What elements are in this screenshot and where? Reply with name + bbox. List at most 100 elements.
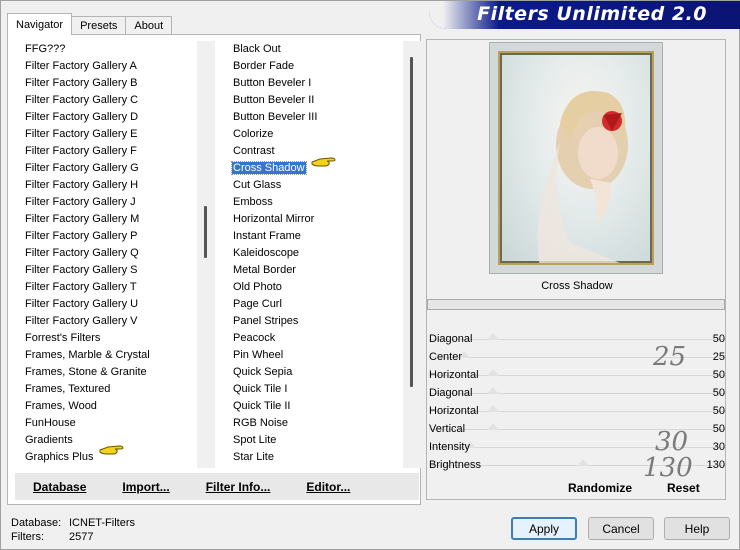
list-item[interactable]: Frames, Textured: [15, 381, 197, 398]
slider-track[interactable]: [429, 393, 725, 394]
list-item[interactable]: Filter Factory Gallery E: [15, 126, 197, 143]
list-item[interactable]: Tiled Glass: [223, 466, 403, 468]
list-item[interactable]: Filter Factory Gallery B: [15, 75, 197, 92]
list-item[interactable]: Filter Factory Gallery Q: [15, 245, 197, 262]
filter-item-label: Metal Border: [233, 264, 296, 276]
slider-knob[interactable]: [487, 387, 499, 394]
list-item[interactable]: Filter Factory Gallery F: [15, 143, 197, 160]
filter-item-label: Spot Lite: [233, 434, 277, 446]
list-item[interactable]: Page Curl: [223, 296, 403, 313]
list-item[interactable]: Quick Tile II: [223, 398, 403, 415]
list-item[interactable]: Graphics Plus Cross Shadow: [15, 466, 197, 468]
slider-track[interactable]: [429, 339, 725, 340]
slider-value: 50: [712, 333, 725, 345]
list-item[interactable]: FFG???: [15, 41, 197, 58]
filter-item-label: Colorize: [233, 128, 274, 140]
category-item-label: Filter Factory Gallery U: [25, 298, 139, 310]
cancel-button[interactable]: Cancel: [588, 517, 654, 540]
tab-navigator[interactable]: Navigator: [7, 13, 73, 35]
list-item[interactable]: Black Out: [223, 41, 403, 58]
list-item[interactable]: Filter Factory Gallery A: [15, 58, 197, 75]
list-item[interactable]: Horizontal Mirror: [223, 211, 403, 228]
tab-about[interactable]: About: [125, 16, 173, 35]
list-item[interactable]: Filter Factory Gallery G: [15, 160, 197, 177]
list-item[interactable]: Filter Factory Gallery C: [15, 92, 197, 109]
filter-item-label: Instant Frame: [233, 230, 301, 242]
list-item[interactable]: Kaleidoscope: [223, 245, 403, 262]
slider-row: Diagonal 50: [427, 384, 727, 402]
category-item-label: Graphics Plus: [25, 451, 94, 463]
list-item[interactable]: Quick Sepia: [223, 364, 403, 381]
filter-item-label: Emboss: [233, 196, 273, 208]
list-item[interactable]: Filter Factory Gallery S: [15, 262, 197, 279]
category-item-label: Filter Factory Gallery F: [25, 145, 137, 157]
slider-value: 25: [712, 351, 725, 363]
filter-item-label: Page Curl: [233, 298, 282, 310]
list-item[interactable]: Filter Factory Gallery J: [15, 194, 197, 211]
filter-item-label: Old Photo: [233, 281, 282, 293]
slider-knob[interactable]: [487, 333, 499, 340]
category-item-label: Frames, Wood: [25, 400, 97, 412]
category-item-label: Filter Factory Gallery E: [25, 128, 138, 140]
list-item[interactable]: Peacock: [223, 330, 403, 347]
list-item[interactable]: Old Photo: [223, 279, 403, 296]
slider-knob[interactable]: [576, 459, 589, 466]
filter-list[interactable]: Black Out Border Fade Button Beveler I Butt…: [223, 41, 403, 468]
reset-button[interactable]: Reset: [667, 481, 700, 495]
slider-knob[interactable]: [487, 369, 499, 376]
list-item[interactable]: Star Lite: [223, 449, 403, 466]
apply-button[interactable]: Apply: [511, 517, 577, 540]
list-item[interactable]: Filter Factory Gallery P: [15, 228, 197, 245]
list-item[interactable]: Button Beveler II: [223, 92, 403, 109]
list-item[interactable]: Metal Border: [223, 262, 403, 279]
tab-presets[interactable]: Presets: [71, 16, 127, 35]
preview-image: [498, 51, 654, 265]
list-item[interactable]: Filter Factory Gallery U: [15, 296, 197, 313]
list-item[interactable]: Forrest's Filters: [15, 330, 197, 347]
list-item[interactable]: Frames, Stone & Granite: [15, 364, 197, 381]
list-item[interactable]: Filter Factory Gallery V: [15, 313, 197, 330]
list-item[interactable]: Panel Stripes: [223, 313, 403, 330]
filter-item-label: Cut Glass: [233, 179, 282, 191]
category-item-label: Filter Factory Gallery H: [25, 179, 139, 191]
list-item[interactable]: Filter Factory Gallery M: [15, 211, 197, 228]
list-item[interactable]: Frames, Marble & Crystal: [15, 347, 197, 364]
import-button[interactable]: Import...: [104, 480, 187, 494]
list-item[interactable]: Cut Glass: [223, 177, 403, 194]
list-item[interactable]: Border Fade: [223, 58, 403, 75]
list-item[interactable]: Colorize: [223, 126, 403, 143]
randomize-button[interactable]: Randomize: [568, 481, 632, 495]
list-item[interactable]: Filter Factory Gallery H: [15, 177, 197, 194]
database-button[interactable]: Database: [15, 480, 104, 494]
database-value: ICNET-Filters: [69, 517, 135, 529]
category-list[interactable]: FFG??? Filter Factory Gallery A Filter Fac…: [15, 41, 197, 468]
slider-label: Diagonal: [429, 387, 473, 399]
list-item[interactable]: Button Beveler III: [223, 109, 403, 126]
list-item[interactable]: Filter Factory Gallery D: [15, 109, 197, 126]
list-item[interactable]: Pin Wheel: [223, 347, 403, 364]
list-item[interactable]: Instant Frame: [223, 228, 403, 245]
list-item[interactable]: Button Beveler I: [223, 75, 403, 92]
slider-knob[interactable]: [487, 405, 499, 412]
category-item-label: Forrest's Filters: [25, 332, 101, 344]
list-item[interactable]: RGB Noise: [223, 415, 403, 432]
slider-knob[interactable]: [487, 423, 499, 430]
list-item[interactable]: Filter Factory Gallery T: [15, 279, 197, 296]
slider-value: 130: [706, 459, 725, 471]
help-button[interactable]: Help: [664, 517, 730, 540]
list-item[interactable]: Emboss: [223, 194, 403, 211]
list-item[interactable]: Quick Tile I: [223, 381, 403, 398]
filter-info-button[interactable]: Filter Info...: [188, 480, 289, 494]
category-scroll-thumb[interactable]: [204, 206, 207, 258]
handwritten-annotation-center: 25: [653, 342, 687, 372]
list-item[interactable]: Frames, Wood: [15, 398, 197, 415]
filter-scroll-thumb[interactable]: [410, 57, 413, 387]
category-scrollbar[interactable]: [197, 41, 215, 468]
filter-scrollbar[interactable]: [403, 41, 421, 468]
list-item[interactable]: FunHouse: [15, 415, 197, 432]
category-item-label: Filter Factory Gallery D: [25, 111, 139, 123]
editor-button[interactable]: Editor...: [288, 480, 368, 494]
banner-title: Filters Unlimited 2.0: [477, 3, 707, 25]
list-button-bar: Database Import... Filter Info... Editor…: [15, 473, 419, 500]
list-item[interactable]: Spot Lite: [223, 432, 403, 449]
